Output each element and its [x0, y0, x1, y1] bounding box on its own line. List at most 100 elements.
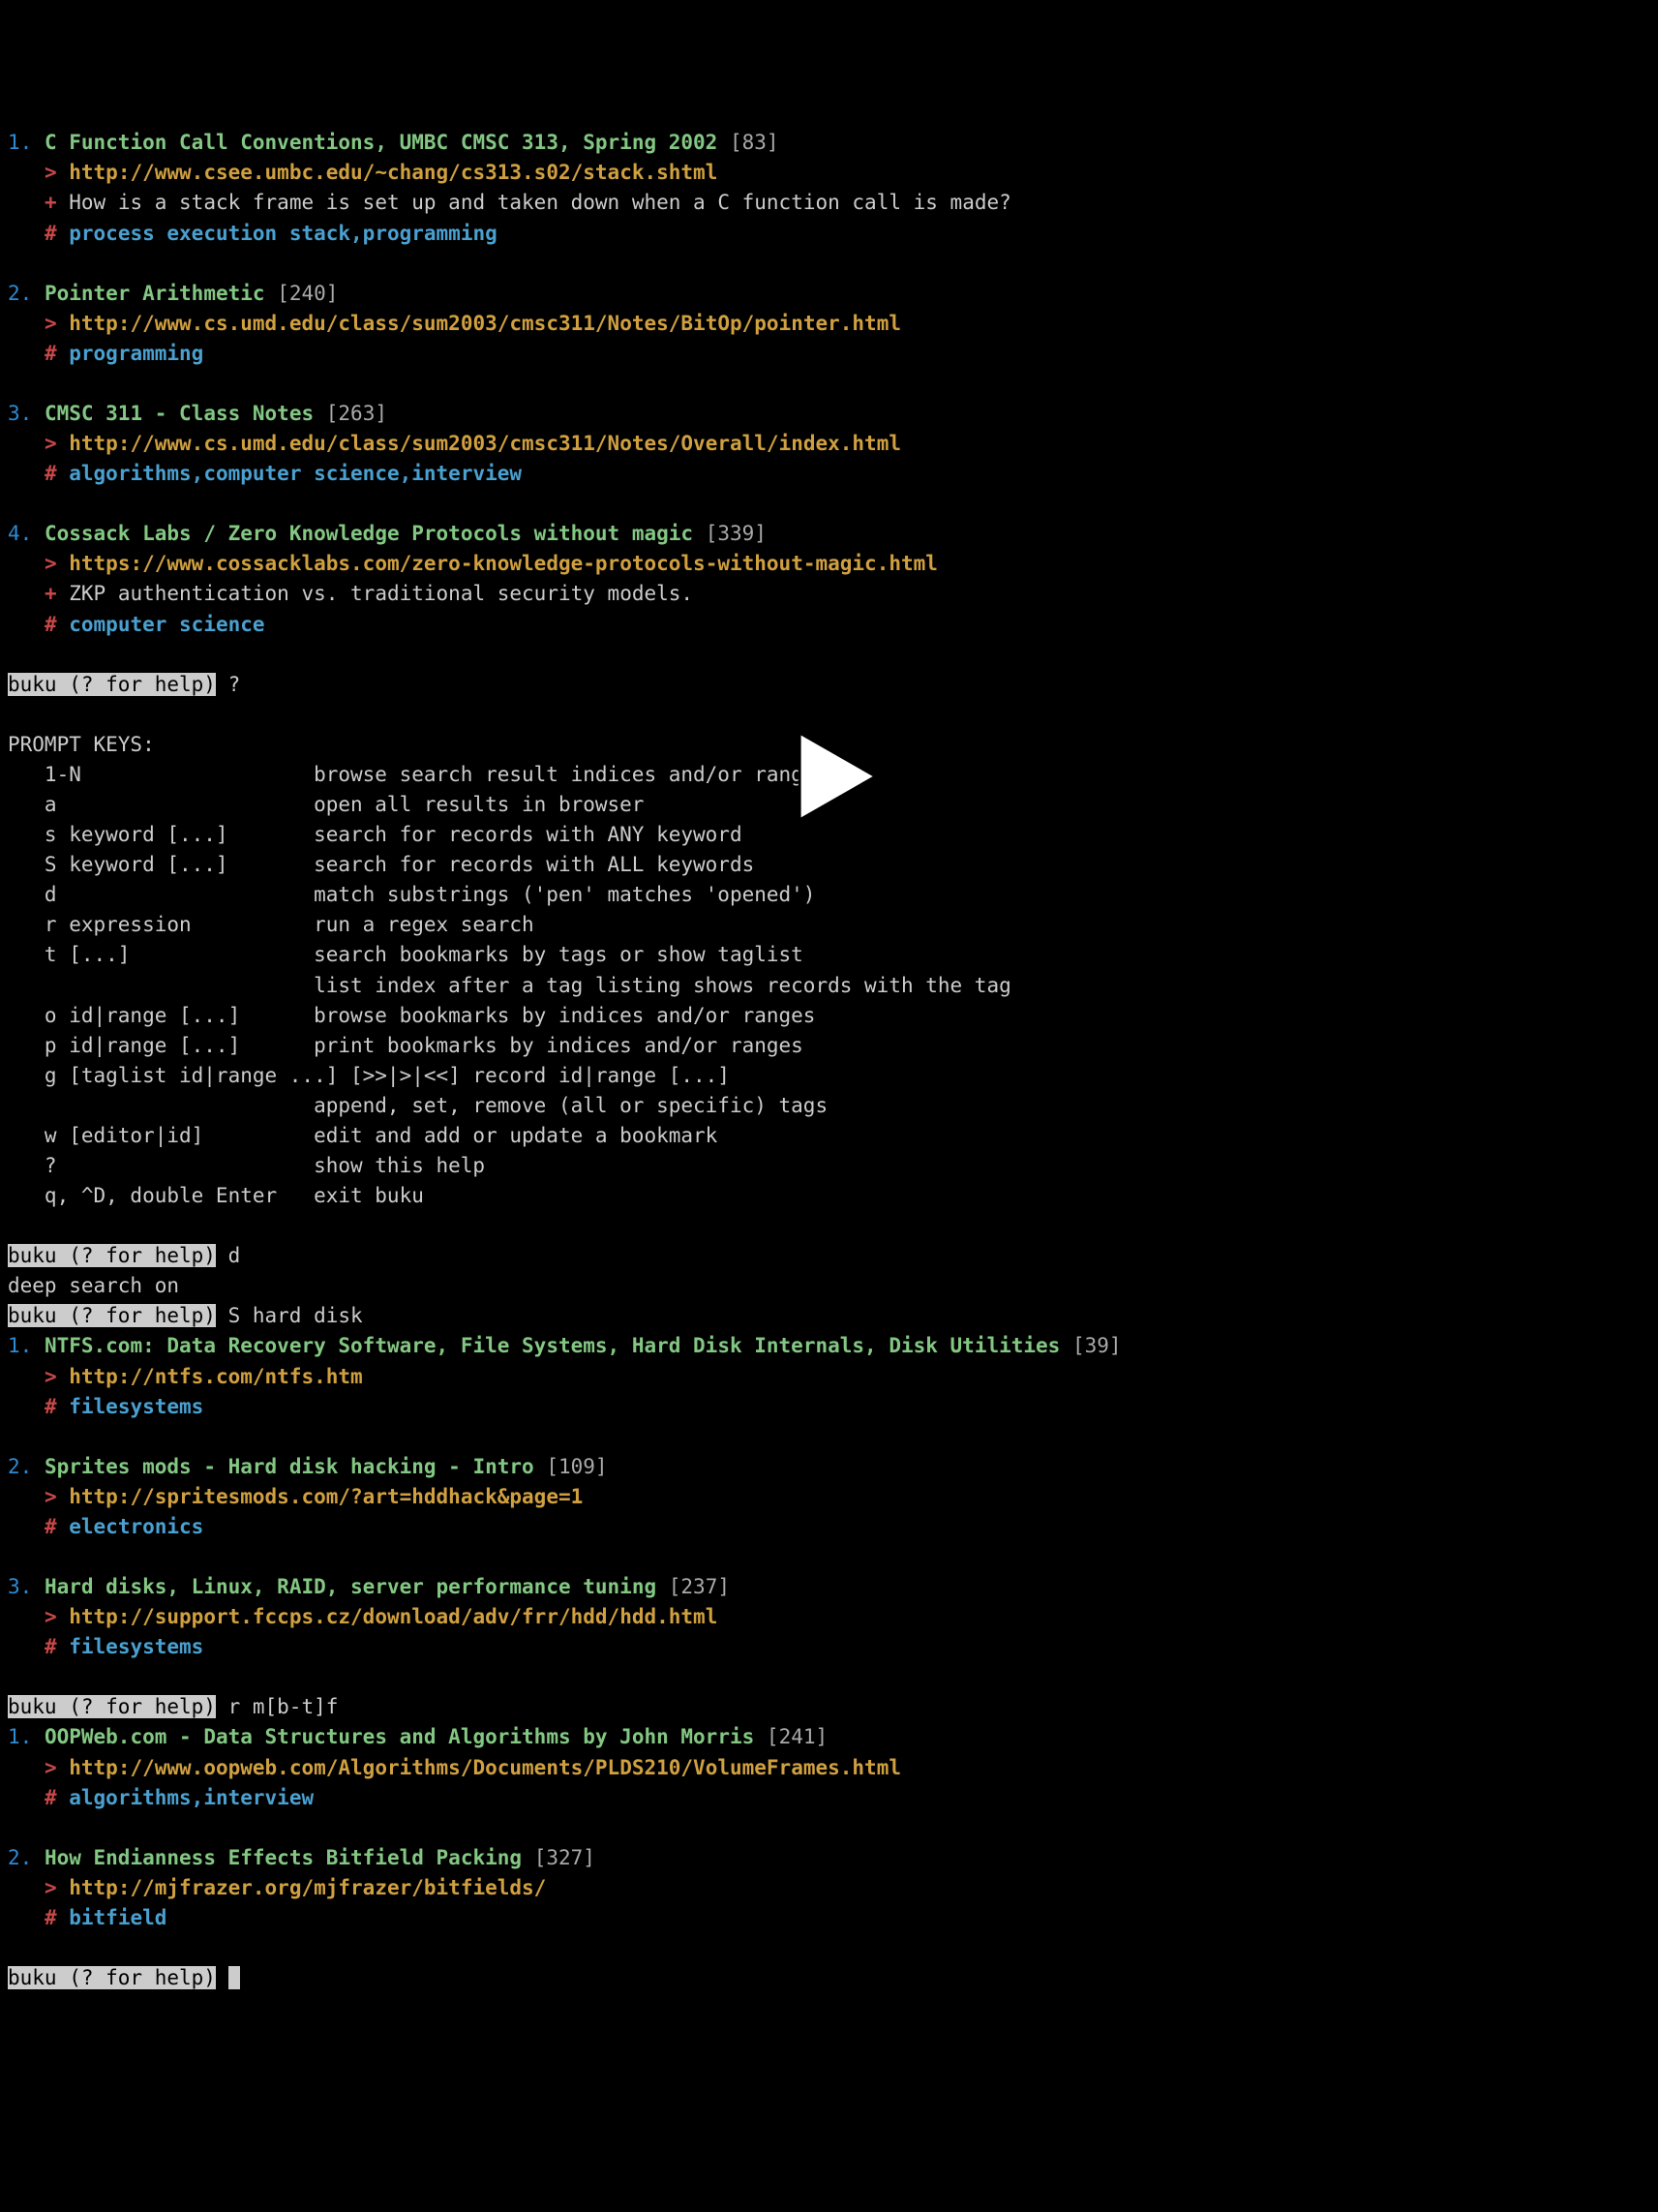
prompt-input[interactable]: S hard disk: [216, 1304, 363, 1327]
result-count: [241]: [767, 1725, 828, 1748]
tag-marker-icon: #: [45, 222, 57, 245]
result-item: 4. Cossack Labs / Zero Knowledge Protoco…: [8, 519, 1650, 549]
result-tags: filesystems: [69, 1635, 203, 1658]
result-count: [237]: [669, 1575, 730, 1598]
result-index: 1.: [8, 131, 32, 154]
tag-marker-icon: #: [45, 1906, 57, 1929]
terminal-output: 1. C Function Call Conventions, UMBC CMS…: [8, 128, 1650, 1993]
url-marker-icon: >: [45, 312, 57, 335]
result-url-line: > http://www.oopweb.com/Algorithms/Docum…: [8, 1753, 1650, 1783]
result-url: https://www.cossacklabs.com/zero-knowled…: [69, 552, 938, 575]
prompt-input[interactable]: ?: [216, 673, 240, 696]
prompt-input[interactable]: [216, 1966, 228, 1989]
blank-line: [8, 1211, 1650, 1241]
result-url: http://www.csee.umbc.edu/~chang/cs313.s0…: [69, 161, 717, 184]
help-row: d match substrings ('pen' matches 'opene…: [8, 880, 1650, 910]
result-count: [339]: [706, 522, 767, 545]
result-index: 2.: [8, 282, 32, 305]
url-marker-icon: >: [45, 432, 57, 455]
result-item: 1. OOPWeb.com - Data Structures and Algo…: [8, 1722, 1650, 1752]
result-url-line: > http://support.fccps.cz/download/adv/f…: [8, 1602, 1650, 1632]
tag-marker-icon: #: [45, 1515, 57, 1538]
help-row: t [...] search bookmarks by tags or show…: [8, 940, 1650, 970]
result-tags: computer science: [69, 613, 264, 636]
result-desc: ZKP authentication vs. traditional secur…: [69, 582, 693, 605]
result-index: 3.: [8, 1575, 32, 1598]
result-index: 2.: [8, 1455, 32, 1478]
result-url: http://www.cs.umd.edu/class/sum2003/cmsc…: [69, 312, 901, 335]
result-title: C Function Call Conventions, UMBC CMSC 3…: [45, 131, 717, 154]
tag-marker-icon: #: [45, 613, 57, 636]
play-button[interactable]: [762, 649, 897, 784]
result-url: http://mjfrazer.org/mjfrazer/bitfields/: [69, 1876, 546, 1899]
result-desc-line: + How is a stack frame is set up and tak…: [8, 188, 1650, 218]
cursor: [228, 1966, 240, 1989]
result-url-line: > http://www.cs.umd.edu/class/sum2003/cm…: [8, 429, 1650, 459]
result-url: http://ntfs.com/ntfs.htm: [69, 1365, 362, 1388]
prompt-line[interactable]: buku (? for help) d: [8, 1241, 1650, 1271]
result-title: Sprites mods - Hard disk hacking - Intro: [45, 1455, 534, 1478]
result-item: 1. C Function Call Conventions, UMBC CMS…: [8, 128, 1650, 158]
prompt-input[interactable]: r m[b-t]f: [216, 1695, 338, 1718]
blank-line: [8, 1933, 1650, 1963]
help-row: list index after a tag listing shows rec…: [8, 971, 1650, 1001]
result-url-line: > http://www.cs.umd.edu/class/sum2003/cm…: [8, 309, 1650, 339]
result-url-line: > http://ntfs.com/ntfs.htm: [8, 1362, 1650, 1392]
result-item: 2. Pointer Arithmetic [240]: [8, 279, 1650, 309]
result-url: http://www.oopweb.com/Algorithms/Documen…: [69, 1756, 901, 1779]
result-url-line: > http://www.csee.umbc.edu/~chang/cs313.…: [8, 158, 1650, 188]
result-title: How Endianness Effects Bitfield Packing: [45, 1846, 522, 1869]
help-row: g [taglist id|range ...] [>>|>|<<] recor…: [8, 1061, 1650, 1091]
help-row: ? show this help: [8, 1151, 1650, 1181]
help-row: r expression run a regex search: [8, 910, 1650, 940]
result-tags-line: # filesystems: [8, 1632, 1650, 1662]
tag-marker-icon: #: [45, 342, 57, 365]
prompt-label: buku (? for help): [8, 1966, 216, 1989]
blank-line: [8, 249, 1650, 279]
url-marker-icon: >: [45, 1605, 57, 1628]
result-tags: programming: [69, 342, 203, 365]
prompt-line[interactable]: buku (? for help): [8, 1963, 1650, 1993]
help-row: p id|range [...] print bookmarks by indi…: [8, 1031, 1650, 1061]
help-row: append, set, remove (all or specific) ta…: [8, 1091, 1650, 1121]
result-count: [240]: [277, 282, 338, 305]
result-tags: algorithms,computer science,interview: [69, 462, 522, 485]
result-index: 1.: [8, 1725, 32, 1748]
result-url: http://www.cs.umd.edu/class/sum2003/cmsc…: [69, 432, 901, 455]
result-count: [39]: [1072, 1334, 1122, 1357]
url-marker-icon: >: [45, 1876, 57, 1899]
prompt-label: buku (? for help): [8, 1244, 216, 1267]
result-count: [327]: [534, 1846, 595, 1869]
status-line: deep search on: [8, 1271, 1650, 1301]
result-tags: filesystems: [69, 1395, 203, 1418]
result-item: 2. How Endianness Effects Bitfield Packi…: [8, 1843, 1650, 1873]
blank-line: [8, 1813, 1650, 1843]
result-count: [263]: [326, 402, 387, 425]
help-row: q, ^D, double Enter exit buku: [8, 1181, 1650, 1211]
tag-marker-icon: #: [45, 1635, 57, 1658]
result-item: 1. NTFS.com: Data Recovery Software, Fil…: [8, 1331, 1650, 1361]
result-count: [83]: [730, 131, 779, 154]
prompt-line[interactable]: buku (? for help) r m[b-t]f: [8, 1692, 1650, 1722]
result-tags-line: # computer science: [8, 610, 1650, 640]
result-tags-line: # process execution stack,programming: [8, 219, 1650, 249]
desc-marker-icon: +: [45, 582, 57, 605]
result-tags: algorithms,interview: [69, 1786, 314, 1809]
result-item: 3. CMSC 311 - Class Notes [263]: [8, 399, 1650, 429]
prompt-line[interactable]: buku (? for help) S hard disk: [8, 1301, 1650, 1331]
help-row: o id|range [...] browse bookmarks by ind…: [8, 1001, 1650, 1031]
result-title: Cossack Labs / Zero Knowledge Protocols …: [45, 522, 693, 545]
result-url-line: > http://mjfrazer.org/mjfrazer/bitfields…: [8, 1873, 1650, 1903]
desc-marker-icon: +: [45, 191, 57, 214]
result-index: 3.: [8, 402, 32, 425]
result-tags: electronics: [69, 1515, 203, 1538]
url-marker-icon: >: [45, 1485, 57, 1508]
prompt-input[interactable]: d: [216, 1244, 240, 1267]
url-marker-icon: >: [45, 552, 57, 575]
result-tags: bitfield: [69, 1906, 166, 1929]
blank-line: [8, 369, 1650, 399]
tag-marker-icon: #: [45, 1786, 57, 1809]
result-url-line: > http://spritesmods.com/?art=hddhack&pa…: [8, 1482, 1650, 1512]
result-url-line: > https://www.cossacklabs.com/zero-knowl…: [8, 549, 1650, 579]
result-item: 2. Sprites mods - Hard disk hacking - In…: [8, 1452, 1650, 1482]
